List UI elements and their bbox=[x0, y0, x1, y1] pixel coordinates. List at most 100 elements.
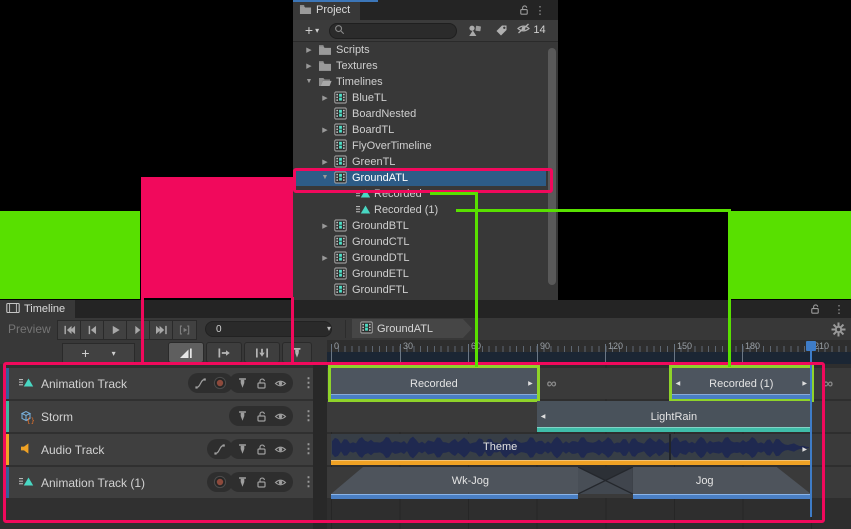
kebab-menu-icon[interactable]: ⋮ bbox=[533, 3, 547, 17]
tree-item-recorded[interactable]: Recorded bbox=[293, 186, 546, 202]
foldout-arrow-icon[interactable]: ▶ bbox=[320, 94, 330, 102]
project-scrollbar[interactable] bbox=[548, 48, 556, 285]
add-track-button[interactable]: + ▾ bbox=[62, 343, 135, 363]
tree-item-boardtl[interactable]: ▶BoardTL bbox=[293, 122, 546, 138]
ripple-mode-button[interactable] bbox=[206, 342, 242, 363]
pin-toggle[interactable] bbox=[235, 442, 249, 456]
tree-item-groundftl[interactable]: GroundFTL bbox=[293, 282, 546, 298]
tree-item-timelines[interactable]: ▼Timelines bbox=[293, 74, 546, 90]
replace-mode-button[interactable] bbox=[244, 342, 280, 363]
lock-toggle[interactable] bbox=[254, 409, 268, 423]
tree-item-textures[interactable]: ▶Textures bbox=[293, 58, 546, 74]
track-header-storm[interactable]: {}Storm⋮ bbox=[5, 401, 313, 432]
go-to-end-button[interactable] bbox=[149, 320, 174, 340]
clip-underline bbox=[537, 427, 811, 432]
lock-toggle[interactable] bbox=[254, 376, 268, 390]
track-header-animation-track-1[interactable]: Animation Track (1)⋮ bbox=[5, 467, 313, 498]
foldout-arrow-icon[interactable]: ▶ bbox=[320, 158, 330, 166]
playhead-line bbox=[810, 341, 812, 517]
lock-icon[interactable] bbox=[808, 302, 822, 316]
clip-label: Theme bbox=[331, 441, 669, 453]
callout-line-recorded1-horizontal bbox=[456, 209, 731, 212]
breadcrumb[interactable]: GroundATL bbox=[352, 319, 472, 338]
clip-lightrain[interactable]: LightRain◀ bbox=[537, 401, 811, 432]
record-button[interactable] bbox=[213, 376, 227, 390]
create-add-button[interactable]: + ▾ bbox=[299, 22, 325, 38]
next-frame-button[interactable] bbox=[126, 320, 151, 340]
clip-theme[interactable]: Theme ▶ bbox=[331, 434, 811, 465]
clip-left-arrow-icon[interactable]: ◀ bbox=[541, 413, 546, 420]
search-input[interactable] bbox=[345, 25, 449, 38]
pin-toggle[interactable] bbox=[235, 475, 249, 489]
lock-toggle[interactable] bbox=[254, 475, 268, 489]
foldout-arrow-icon[interactable]: ▶ bbox=[304, 46, 314, 54]
settings-gear-icon[interactable] bbox=[831, 322, 846, 337]
search-by-label-icon[interactable] bbox=[491, 22, 511, 38]
foldout-arrow-icon[interactable]: ▶ bbox=[304, 62, 314, 70]
tab-timeline[interactable]: Timeline bbox=[0, 300, 75, 318]
plus-icon: + bbox=[81, 345, 89, 361]
tree-item-flyovertimeline[interactable]: FlyOverTimeline bbox=[293, 138, 546, 154]
frame-dropdown-icon[interactable]: ▾ bbox=[327, 324, 331, 333]
previous-frame-button[interactable] bbox=[80, 320, 105, 340]
curves-toggle[interactable] bbox=[213, 442, 227, 456]
clip-right-arrow-icon[interactable]: ▶ bbox=[802, 380, 807, 387]
tree-item-boardnested[interactable]: BoardNested bbox=[293, 106, 546, 122]
tree-item-label: GroundBTL bbox=[352, 220, 409, 232]
audio-track-icon bbox=[19, 442, 34, 457]
lock-icon[interactable] bbox=[517, 3, 531, 17]
callout-line-recorded-horizontal bbox=[430, 192, 476, 195]
track-header-animation-track[interactable]: Animation Track⋮ bbox=[5, 368, 313, 399]
track-header-audio-track[interactable]: Audio Track⋮ bbox=[5, 434, 313, 465]
lock-toggle[interactable] bbox=[254, 442, 268, 456]
foldout-arrow-icon[interactable]: ▶ bbox=[320, 222, 330, 230]
clip-right-arrow-icon[interactable]: ▶ bbox=[802, 446, 807, 453]
clip-left-arrow-icon[interactable]: ◀ bbox=[676, 380, 681, 387]
kebab-menu-icon[interactable]: ⋮ bbox=[832, 302, 846, 316]
mix-mode-button[interactable] bbox=[168, 342, 204, 363]
foldout-arrow-icon[interactable]: ▶ bbox=[320, 254, 330, 262]
playhead-handle[interactable] bbox=[806, 341, 816, 351]
clip-crossfade[interactable] bbox=[578, 467, 633, 494]
eye-toggle[interactable] bbox=[273, 409, 287, 423]
clip-recorded-1[interactable]: Recorded (1)◀▶ bbox=[672, 368, 811, 399]
tree-item-groundetl[interactable]: GroundETL bbox=[293, 266, 546, 282]
eye-toggle[interactable] bbox=[273, 376, 287, 390]
pin-toggle[interactable] bbox=[235, 409, 249, 423]
timeline-icon bbox=[334, 267, 348, 281]
hold-infinity-icon: ∞ bbox=[542, 375, 562, 391]
preview-toggle[interactable]: Preview bbox=[8, 322, 51, 336]
eye-toggle[interactable] bbox=[273, 475, 287, 489]
clip-recorded[interactable]: Recorded▶ bbox=[331, 368, 537, 399]
foldout-arrow-icon[interactable]: ▼ bbox=[320, 174, 330, 181]
header-clips-divider bbox=[313, 364, 327, 529]
tree-item-groundatl[interactable]: ▼GroundATL bbox=[293, 170, 546, 186]
search-by-type-icon[interactable] bbox=[465, 22, 485, 38]
go-to-beginning-button[interactable] bbox=[57, 320, 82, 340]
timeline-icon bbox=[334, 283, 348, 297]
tree-item-bluetl[interactable]: ▶BlueTL bbox=[293, 90, 546, 106]
clip-right-arrow-icon[interactable]: ▶ bbox=[528, 380, 533, 387]
filmstrip-icon bbox=[6, 302, 20, 317]
tree-item-greentl[interactable]: ▶GreenTL bbox=[293, 154, 546, 170]
tree-item-grounddtl[interactable]: ▶GroundDTL bbox=[293, 250, 546, 266]
foldout-arrow-icon[interactable]: ▶ bbox=[320, 126, 330, 134]
curves-toggle[interactable] bbox=[194, 376, 208, 390]
play-button[interactable] bbox=[103, 320, 128, 340]
hidden-count: 14 bbox=[533, 24, 545, 36]
track-name: Animation Track bbox=[41, 377, 127, 391]
eye-toggle[interactable] bbox=[273, 442, 287, 456]
time-ruler[interactable]: 0306090120150180210 bbox=[327, 340, 851, 364]
pin-toggle[interactable] bbox=[235, 376, 249, 390]
tree-item-groundbtl[interactable]: ▶ GroundBTL bbox=[293, 218, 546, 234]
tree-item-groundctl[interactable]: GroundCTL bbox=[293, 234, 546, 250]
foldout-arrow-icon[interactable]: ▼ bbox=[304, 78, 314, 85]
tree-item-scripts[interactable]: ▶Scripts bbox=[293, 42, 546, 58]
tab-project[interactable]: Project bbox=[293, 0, 360, 20]
marker-toggle-button[interactable] bbox=[282, 342, 312, 363]
record-button[interactable] bbox=[213, 475, 227, 489]
play-range-button[interactable] bbox=[172, 320, 197, 340]
hidden-count-toggle[interactable]: 14 bbox=[513, 22, 549, 38]
search-field[interactable] bbox=[329, 23, 457, 39]
frame-field[interactable] bbox=[205, 321, 332, 337]
